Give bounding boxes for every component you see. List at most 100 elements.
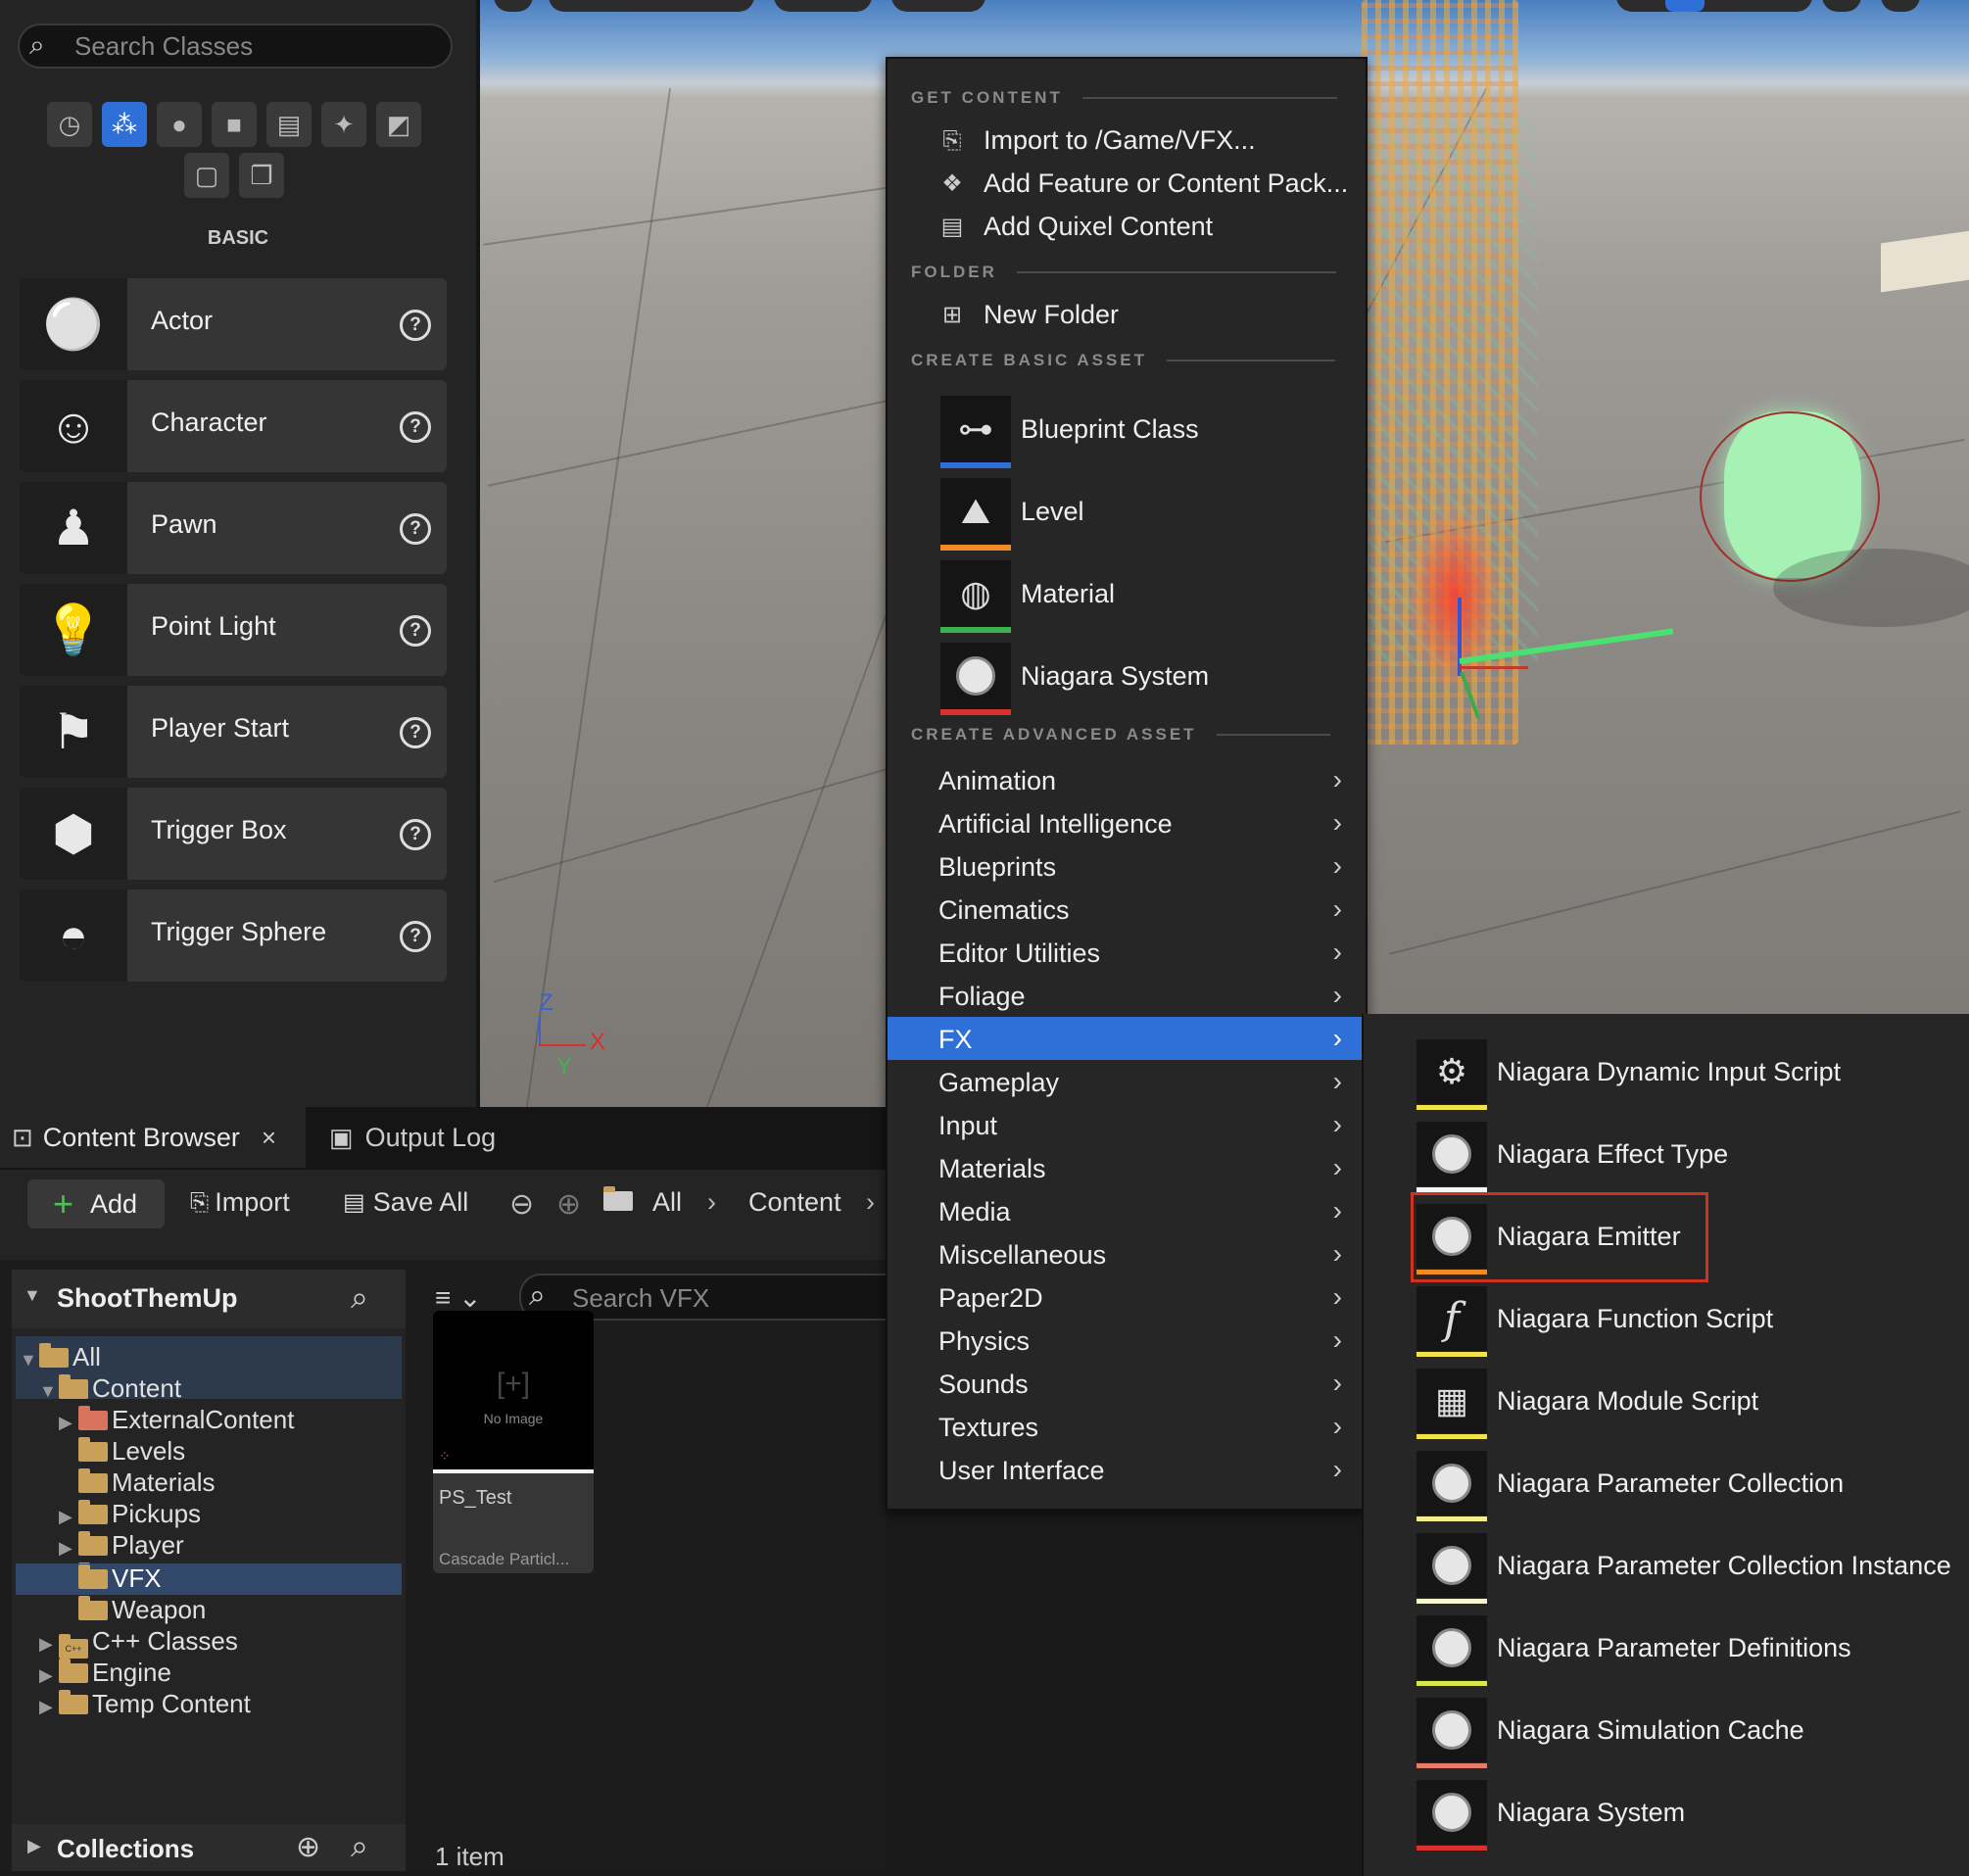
menu-item-add-quixel[interactable]: ▤ Add Quixel Content [938,212,1213,242]
volumes-category-button[interactable]: ▢ [184,153,229,198]
chevron-right-icon: › [1332,1152,1342,1182]
fx-item-niagara-system[interactable]: Niagara System [1417,1776,1685,1851]
fx-item-simulation-cache[interactable]: Niagara Simulation Cache [1417,1694,1804,1768]
help-icon[interactable]: ? [400,513,431,545]
collections-label: Collections [57,1834,195,1863]
tree-item-vfx[interactable]: VFX [78,1563,162,1594]
niagara-cube-icon [1417,1615,1487,1686]
category-paper2d[interactable]: Paper2D › [888,1275,1362,1319]
basic-shapes-icon: ⁂ [112,109,137,139]
category-animation[interactable]: Animation › [888,758,1362,801]
category-miscellaneous[interactable]: Miscellaneous › [888,1232,1362,1275]
recent-category-button[interactable]: ◷ [47,102,92,147]
basic-category-button[interactable]: ⁂ [102,102,147,147]
tab-content-browser[interactable]: ⊡ Content Browser × [0,1107,306,1168]
fx-item-effect-type[interactable]: Niagara Effect Type [1417,1118,1728,1192]
help-icon[interactable]: ? [400,615,431,647]
actor-item-pawn[interactable]: ♟ Pawn ? [20,482,447,574]
actor-item-player-start[interactable]: ⚑ Player Start ? [20,686,447,778]
basic-asset-level[interactable]: ⛰ Level [940,472,1084,551]
menu-item-add-feature-pack[interactable]: ❖ Add Feature or Content Pack... [938,168,1348,199]
search-classes-box[interactable]: ⌕ Search Classes [18,24,453,69]
save-all-button[interactable]: ▤ Save All [343,1187,468,1218]
breadcrumb-content[interactable]: Content [748,1187,841,1218]
geometry-category-button[interactable]: ◩ [376,102,421,147]
help-icon[interactable]: ? [400,921,431,952]
search-icon[interactable]: ⌕ [351,1279,368,1317]
menu-item-import[interactable]: ⎘ Import to /Game/VFX... [938,125,1255,156]
category-fx[interactable]: FX › [888,1017,1362,1060]
category-editor-utilities[interactable]: Editor Utilities › [888,931,1362,974]
fx-item-module-script[interactable]: ▦ Niagara Module Script [1417,1365,1758,1439]
category-input[interactable]: Input › [888,1103,1362,1146]
tab-output-log[interactable]: ▣ Output Log [329,1107,496,1168]
back-icon[interactable]: ⊖ [509,1187,534,1222]
axis-y-label: Y [556,1053,573,1080]
cinematic-category-button[interactable]: ▤ [266,102,312,147]
category-textures[interactable]: Textures › [888,1405,1362,1448]
no-image-glyph: [+] [496,1368,531,1400]
forward-icon[interactable]: ⊕ [556,1187,581,1222]
actor-item-point-light[interactable]: 💡 Point Light ? [20,584,447,676]
add-collection-icon[interactable]: ⊕ [296,1830,320,1864]
help-icon[interactable]: ? [400,411,431,443]
niagara-system-icon [940,643,1011,715]
menu-item-new-folder[interactable]: ⊞ New Folder [938,300,1119,330]
actor-item-character[interactable]: ☺ Character ? [20,380,447,472]
shapes-category-button[interactable]: ■ [212,102,257,147]
close-icon[interactable]: × [262,1123,276,1153]
category-user-interface[interactable]: User Interface › [888,1448,1362,1491]
visual-effects-category-button[interactable]: ✦ [321,102,366,147]
basic-asset-niagara-system[interactable]: Niagara System [940,637,1209,715]
all-classes-category-button[interactable]: ❐ [239,153,284,198]
actor-item-trigger-box[interactable]: ⬢ Trigger Box ? [20,788,447,880]
fx-item-parameter-collection-instance[interactable]: Niagara Parameter Collection Instance [1417,1529,1951,1604]
add-button[interactable]: + Add [27,1179,165,1228]
geometry-icon: ◩ [386,109,411,139]
tree-item-levels[interactable]: Levels [78,1436,185,1467]
category-materials[interactable]: Materials › [888,1146,1362,1189]
tree-item-engine[interactable]: ▶ Engine [39,1658,171,1688]
project-header[interactable]: ▼ ShootThemUp ⌕ [12,1270,406,1328]
basic-asset-blueprint-class[interactable]: ⊶ Blueprint Class [940,390,1199,468]
filter-icon[interactable]: ≡ ⌄ [435,1281,482,1314]
basic-asset-material[interactable]: ◍ Material [940,554,1115,633]
help-icon[interactable]: ? [400,717,431,748]
category-blueprints[interactable]: Blueprints › [888,844,1362,888]
tree-item-materials[interactable]: Materials [78,1467,215,1498]
search-icon[interactable]: ⌕ [351,1828,368,1865]
category-media[interactable]: Media › [888,1189,1362,1232]
tree-item-cpp-classes[interactable]: ▶ C++ C++ Classes [39,1626,238,1659]
collections-header[interactable]: ▶ Collections ⊕ ⌕ [12,1824,406,1871]
tree-item-pickups[interactable]: ▶ Pickups [59,1499,201,1529]
import-icon: ⎘ [190,1188,210,1216]
fx-item-dynamic-input-script[interactable]: ⚙ Niagara Dynamic Input Script [1417,1035,1841,1110]
category-physics[interactable]: Physics › [888,1319,1362,1362]
import-button[interactable]: ⎘ Import [190,1187,290,1218]
fx-item-parameter-collection[interactable]: Niagara Parameter Collection [1417,1447,1844,1521]
actor-item-trigger-sphere[interactable]: ◓ Trigger Sphere ? [20,890,447,982]
category-gameplay[interactable]: Gameplay › [888,1060,1362,1103]
asset-name: PS_Test [439,1487,512,1509]
fx-item-parameter-definitions[interactable]: Niagara Parameter Definitions [1417,1611,1851,1686]
category-artificial-intelligence[interactable]: Artificial Intelligence › [888,801,1362,844]
search-classes-placeholder: Search Classes [74,31,254,61]
chevron-right-icon: › [1332,1109,1342,1139]
fx-item-function-script[interactable]: f Niagara Function Script [1417,1282,1773,1357]
category-cinematics[interactable]: Cinematics › [888,888,1362,931]
help-icon[interactable]: ? [400,819,431,850]
tree-item-content[interactable]: ▼ Content [39,1373,181,1404]
tree-item-temp-content[interactable]: ▶ Temp Content [39,1689,251,1719]
fx-item-niagara-emitter[interactable]: Niagara Emitter [1417,1200,1681,1275]
tree-item-all[interactable]: ▼ All [20,1342,101,1372]
asset-tile-ps-test[interactable]: [+] No Image ⁘ PS_Test Cascade Particl..… [433,1311,594,1573]
tree-item-weapon[interactable]: Weapon [78,1595,206,1625]
lights-category-button[interactable]: ● [157,102,202,147]
tree-item-player[interactable]: ▶ Player [59,1530,184,1561]
category-foliage[interactable]: Foliage › [888,974,1362,1017]
actor-item-actor[interactable]: ⚪ Actor ? [20,278,447,370]
breadcrumb-all[interactable]: All [652,1187,682,1218]
help-icon[interactable]: ? [400,310,431,341]
tree-item-external-content[interactable]: ▶ ExternalContent [59,1405,294,1435]
category-sounds[interactable]: Sounds › [888,1362,1362,1405]
